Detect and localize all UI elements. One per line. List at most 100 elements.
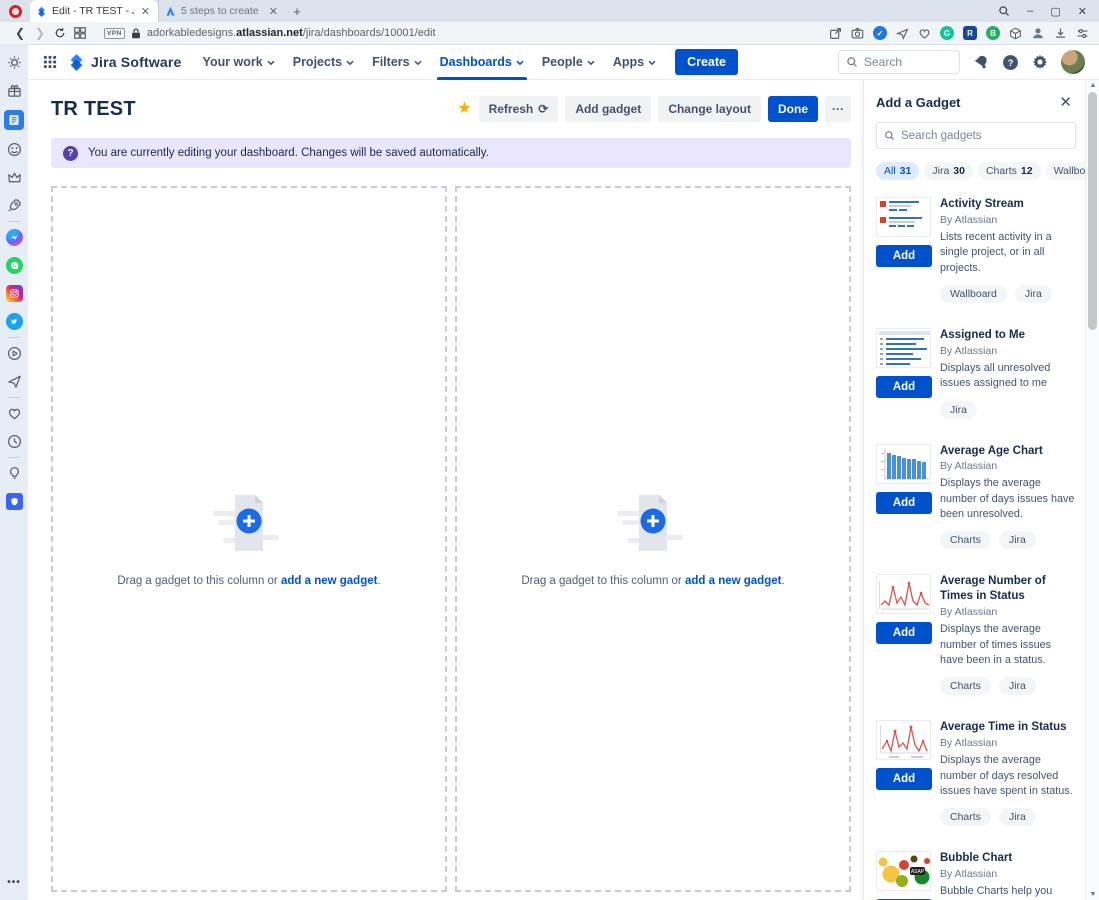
idea-icon[interactable]	[6, 465, 23, 482]
global-search[interactable]	[838, 50, 960, 74]
url-field[interactable]: VPN adorkabledesigns.atlassian.net/jira/…	[104, 27, 829, 39]
opera-logo[interactable]	[0, 0, 30, 22]
nav-your-work[interactable]: Your work	[194, 45, 284, 80]
dashboard-column-2[interactable]: Drag a gadget to this column or add a ne…	[455, 186, 851, 892]
share-icon[interactable]	[829, 27, 842, 40]
nav-filters[interactable]: Filters	[363, 45, 431, 80]
history-icon[interactable]	[6, 433, 23, 450]
close-button[interactable]: ✕	[1078, 5, 1087, 18]
user-avatar[interactable]	[1061, 50, 1085, 74]
gadget-tag: Jira	[999, 531, 1036, 549]
player-icon[interactable]	[6, 345, 23, 362]
gadget-list-item: Add Activity Stream By Atlassian Lists r…	[876, 197, 1076, 303]
app-switcher-icon[interactable]	[36, 48, 64, 76]
sidebar-setup-icon[interactable]	[1076, 27, 1089, 40]
gadget-add-button[interactable]: Add	[876, 376, 932, 398]
tab-title: 5 steps to create a killer	[181, 5, 262, 17]
downloads-icon[interactable]	[1054, 27, 1067, 40]
more-actions-button[interactable]: ···	[825, 96, 851, 122]
filter-wallboard[interactable]: Wallboard5	[1046, 162, 1085, 180]
maximize-button[interactable]: ▢	[1050, 5, 1060, 18]
news-icon[interactable]	[4, 110, 24, 130]
add-gadget-button[interactable]: Add gadget	[565, 96, 651, 122]
scrollbar-thumb[interactable]	[1088, 92, 1097, 330]
help-icon[interactable]: ?	[1002, 54, 1019, 71]
scroll-down-icon[interactable]: ▼	[1086, 891, 1099, 898]
instagram-icon[interactable]	[6, 285, 23, 302]
back-icon[interactable]: ❮	[10, 26, 30, 40]
vpn-badge[interactable]: VPN	[104, 28, 125, 39]
sidebar-divider	[8, 221, 20, 222]
tab-close-icon[interactable]: ✕	[139, 5, 152, 18]
profile-icon[interactable]	[1031, 26, 1045, 40]
b-extension-icon[interactable]: B	[986, 26, 1000, 40]
panel-close-icon[interactable]: ✕	[1055, 91, 1076, 113]
smiley-icon[interactable]	[6, 141, 23, 158]
gift-icon[interactable]	[6, 82, 23, 99]
reader-extension-icon[interactable]: R	[963, 26, 977, 40]
rocket-icon[interactable]	[6, 197, 23, 214]
cube-extension-icon[interactable]	[1009, 27, 1022, 40]
bookmark-heart-icon[interactable]	[918, 27, 931, 40]
grammarly-extension-icon[interactable]: G	[940, 26, 954, 40]
forward-icon[interactable]: ❯	[30, 26, 50, 40]
nav-dashboards[interactable]: Dashboards	[431, 45, 533, 80]
gadget-search-input[interactable]	[901, 130, 1068, 142]
gadget-tag: Jira	[999, 677, 1036, 695]
gadget-add-button[interactable]: Add	[876, 768, 932, 790]
gadget-list-item: Add Average Number of Times in Status By…	[876, 574, 1076, 695]
filter-jira[interactable]: Jira30	[924, 162, 973, 180]
gadget-author: By Atlassian	[940, 214, 1076, 226]
speed-dial-icon[interactable]	[70, 27, 90, 39]
gadget-list-item: ASAP Add Bubble Chart By Atlassian Bubbl…	[876, 851, 1076, 900]
gadget-search[interactable]	[876, 122, 1076, 149]
notifications-icon[interactable]	[973, 54, 989, 70]
gadget-add-button[interactable]: Add	[876, 245, 932, 267]
refresh-button[interactable]: Refresh⟳	[479, 96, 559, 122]
favorite-star-icon[interactable]: ★	[457, 101, 471, 117]
browser-tab-inactive[interactable]: 5 steps to create a killer ✕	[158, 0, 286, 22]
shield-icon[interactable]	[6, 493, 23, 510]
done-button[interactable]: Done	[768, 96, 818, 122]
jira-logo[interactable]: Jira Software	[64, 54, 194, 71]
panel-scrollbar[interactable]: ▲ ▼	[1085, 80, 1099, 900]
gadget-thumbnail	[876, 444, 931, 484]
twitter-icon[interactable]	[6, 313, 23, 330]
add-new-gadget-link[interactable]: add a new gadget	[685, 575, 782, 587]
flow-send-icon[interactable]	[896, 27, 909, 40]
minimize-button[interactable]: –	[1027, 5, 1033, 17]
nav-people[interactable]: People	[533, 45, 604, 80]
sidebar-more-icon[interactable]: •••	[7, 877, 21, 888]
scroll-up-icon[interactable]: ▲	[1086, 82, 1099, 89]
lock-icon[interactable]	[131, 28, 141, 39]
snapshot-icon[interactable]	[851, 27, 864, 40]
create-button[interactable]: Create	[675, 49, 738, 75]
whatsapp-icon[interactable]	[6, 257, 23, 274]
gadget-description: Bubble Charts help you identify popular …	[940, 884, 1076, 900]
gadget-add-button[interactable]: Add	[876, 622, 932, 644]
gadget-author: By Atlassian	[940, 737, 1076, 749]
gadget-tags: WallboardJira	[940, 285, 1076, 303]
search-icon[interactable]	[998, 5, 1010, 17]
nav-apps[interactable]: Apps	[604, 45, 665, 80]
change-layout-button[interactable]: Change layout	[658, 96, 761, 122]
dashboard-column-1[interactable]: Drag a gadget to this column or add a ne…	[51, 186, 447, 892]
heart-icon[interactable]	[6, 405, 23, 422]
gadget-title: Average Age Chart	[940, 444, 1076, 459]
filter-all[interactable]: All31	[876, 162, 919, 180]
nav-projects[interactable]: Projects	[284, 45, 363, 80]
gadget-add-button[interactable]: Add	[876, 492, 932, 514]
settings-gear-icon[interactable]	[1032, 54, 1048, 70]
messenger-icon[interactable]	[6, 229, 23, 246]
filter-charts[interactable]: Charts12	[978, 162, 1041, 180]
new-tab-button[interactable]: +	[286, 0, 308, 22]
crown-icon[interactable]	[6, 169, 23, 186]
search-input[interactable]	[864, 55, 944, 69]
reload-icon[interactable]	[50, 27, 70, 39]
send-icon[interactable]	[6, 373, 23, 390]
browser-tab-active[interactable]: Edit - TR TEST - Jira ✕	[30, 0, 158, 22]
add-new-gadget-link[interactable]: add a new gadget	[281, 575, 378, 587]
tab-close-icon[interactable]: ✕	[267, 5, 280, 18]
vpn-check-icon[interactable]: ✓	[873, 26, 887, 40]
easy-setup-icon[interactable]	[6, 54, 23, 71]
